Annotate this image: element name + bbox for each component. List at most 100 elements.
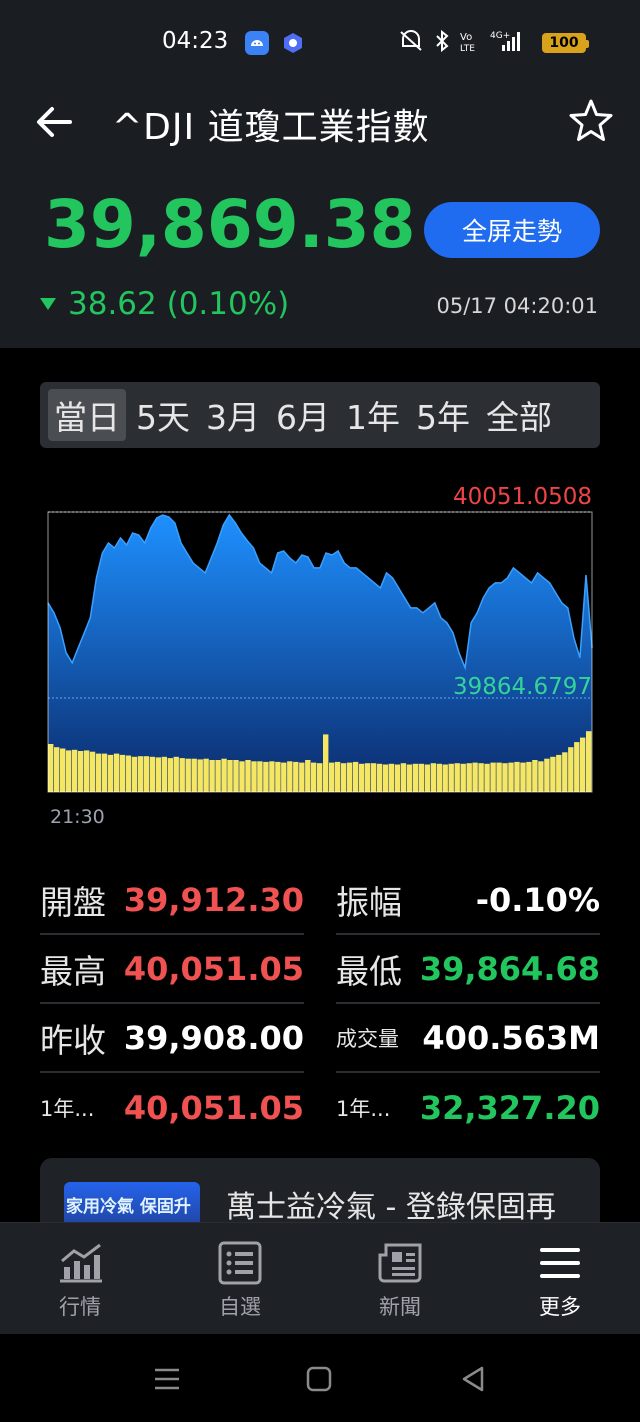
volume-bar [95, 753, 102, 792]
volume-bar [334, 761, 341, 792]
star-icon [569, 99, 613, 141]
back-nav-icon[interactable] [458, 1364, 488, 1394]
price-area [48, 515, 592, 792]
volume-bar [346, 762, 353, 792]
volume-bar [287, 761, 293, 792]
volume-bar [197, 759, 203, 792]
home-icon[interactable] [304, 1364, 334, 1394]
volume-bar [418, 763, 424, 792]
nav-label: 新聞 [379, 1295, 421, 1319]
volume-bar [191, 758, 197, 792]
intraday-chart[interactable]: 40051.0508 39864.6797 21:30 [0, 478, 640, 838]
back-button[interactable] [30, 102, 82, 142]
volume-bar [54, 747, 60, 792]
stat-52w-low: 1年... 32,327.20 [336, 1073, 600, 1142]
volume-bar [119, 754, 126, 792]
volume-bar [436, 763, 442, 792]
volume-bar [227, 760, 233, 792]
volume-bar [269, 761, 275, 792]
stat-52w-high: 1年... 40,051.05 [40, 1073, 304, 1142]
nav-news[interactable]: 新聞 [320, 1223, 480, 1335]
volume-bar [562, 752, 568, 792]
arrow-left-icon [37, 107, 72, 137]
volume-bar [77, 751, 84, 792]
stat-value: 39,912.30 [123, 880, 304, 919]
nav-label: 行情 [59, 1295, 101, 1319]
chart-low-label: 39864.6797 [452, 674, 592, 700]
stats-row: 開盤 39,912.30 振幅 -0.10% [40, 866, 600, 935]
tab-all[interactable]: 全部 [480, 389, 558, 441]
recent-apps-icon[interactable] [152, 1364, 182, 1394]
stat-label: 振幅 [336, 882, 402, 922]
quote-header: ^DJI 道瓊工業指數 39,869.38 全屏走勢 38.62 (0.10%)… [0, 86, 640, 348]
volume-bar [257, 761, 263, 792]
fullscreen-chart-button[interactable]: 全屏走勢 [424, 202, 600, 258]
nav-watchlist[interactable]: 自選 [160, 1223, 320, 1335]
volume-bar [478, 763, 484, 792]
volume-bar [352, 761, 359, 792]
stat-label: 成交量 [336, 1026, 399, 1051]
volume-bar [179, 758, 185, 792]
volume-bar [161, 756, 167, 792]
volume-bar [149, 756, 155, 792]
tab-5d[interactable]: 5天 [130, 389, 196, 441]
down-triangle-icon [40, 298, 56, 310]
volume-bar [538, 761, 544, 792]
tab-5y[interactable]: 5年 [410, 389, 476, 441]
stats-grid: 開盤 39,912.30 振幅 -0.10% 最高 40,051.05 最低 3… [40, 866, 600, 1142]
volume-bar [394, 764, 401, 792]
volume-bar [370, 763, 377, 792]
range-tabs: 當日 5天 3月 6月 1年 5年 全部 [40, 382, 600, 448]
favorite-button[interactable] [566, 96, 616, 146]
tab-6m[interactable]: 6月 [270, 389, 336, 441]
status-time: 04:23 [162, 28, 229, 54]
app-notification-icon [281, 31, 305, 55]
tab-1y[interactable]: 1年 [340, 389, 406, 441]
battery-level: 100 [549, 35, 579, 51]
tab-3m[interactable]: 3月 [200, 389, 266, 441]
volume-bar [101, 753, 108, 792]
android-app-icon [245, 31, 269, 55]
price-change: 38.62 (0.10%) [40, 286, 289, 322]
volume-bar [281, 762, 287, 792]
volume-bar [323, 734, 329, 792]
volume-bar [556, 754, 562, 792]
bluetooth-icon [436, 29, 449, 53]
volume-bar [406, 764, 413, 792]
volume-bar [239, 761, 245, 792]
nav-market[interactable]: 行情 [0, 1223, 160, 1335]
volume-bar [203, 758, 209, 792]
tab-intraday[interactable]: 當日 [48, 389, 126, 441]
volume-bar [233, 760, 239, 792]
volume-bar [358, 763, 365, 792]
volume-bar [317, 763, 323, 792]
volume-bar [508, 762, 514, 792]
nav-more[interactable]: 更多 [480, 1223, 640, 1335]
volume-bar [574, 742, 580, 792]
news-icon [378, 1243, 422, 1283]
volume-bar [424, 764, 430, 792]
volume-bar [173, 756, 179, 792]
chart-high-label: 40051.0508 [452, 484, 592, 510]
page-title: ^DJI 道瓊工業指數 [112, 107, 430, 148]
svg-text:Vo: Vo [460, 32, 472, 43]
stat-high: 最高 40,051.05 [40, 935, 304, 1004]
volume-bar [143, 756, 149, 792]
volume-bar [460, 763, 466, 792]
volume-bar [209, 760, 215, 792]
ad-thumbnail-text: 家用冷氣 保固升 [66, 1197, 191, 1217]
status-bar: 04:23 Vo LTE 4G+ 100 [0, 0, 640, 86]
stat-value: 40,051.05 [123, 949, 304, 988]
battery-indicator: 100 [542, 33, 589, 53]
stats-row: 昨收 39,908.00 成交量 400.563M [40, 1004, 600, 1073]
volume-bar [305, 760, 311, 792]
stat-label: 1年... [336, 1096, 391, 1121]
volume-bar [484, 763, 490, 792]
volume-bar [60, 748, 66, 792]
nav-label: 更多 [539, 1295, 581, 1319]
volume-bar [502, 763, 508, 792]
signal-icon: 4G+ [490, 31, 520, 51]
stat-value: 39,864.68 [419, 949, 600, 988]
stat-label: 昨收 [40, 1020, 106, 1060]
ad-title: 萬士益冷氣 - 登錄保固再 [226, 1190, 556, 1225]
